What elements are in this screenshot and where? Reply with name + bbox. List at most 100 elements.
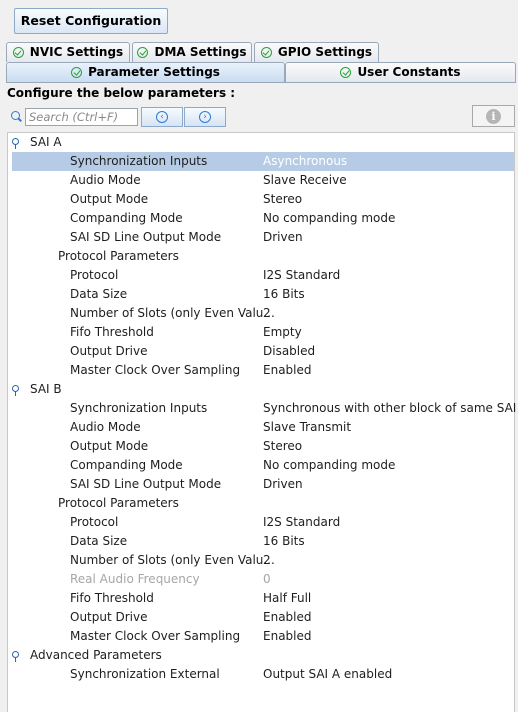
param-value[interactable]: Empty [263,323,302,342]
tree-group-sai-a[interactable]: SAI A [8,133,514,152]
pin-icon [12,651,19,662]
param-name: Master Clock Over Sampling [70,629,241,643]
param-value[interactable]: 16 Bits [263,285,305,304]
param-value[interactable]: Half Full [263,589,311,608]
param-value[interactable]: Driven [263,228,303,247]
panel-heading: Configure the below parameters : [7,86,236,100]
param-name: Protocol [70,515,119,529]
param-value[interactable]: I2S Standard [263,266,340,285]
param-value[interactable]: No companding mode [263,209,395,228]
tab-gpio-settings[interactable]: GPIO Settings [254,42,379,62]
param-value[interactable]: Output SAI A enabled [263,665,392,684]
param-value: 0 [263,572,271,586]
param-row[interactable]: Companding Mode No companding mode [8,456,514,475]
tab-label: Parameter Settings [88,65,220,79]
tab-label: DMA Settings [154,45,247,59]
param-value[interactable]: Synchronous with other block of same SAI [263,399,516,418]
param-row[interactable]: Companding Mode No companding mode [8,209,514,228]
search-input[interactable] [25,108,138,126]
param-row[interactable]: Protocol I2S Standard [8,266,514,285]
param-name: Audio Mode [70,173,141,187]
tree-subgroup-protocol[interactable]: Protocol Parameters [8,247,514,266]
parameter-tree: SAI A Synchronization Inputs Asynchronou… [7,132,516,712]
tab-label: User Constants [357,65,461,79]
param-value[interactable]: 2 [263,304,271,323]
reset-configuration-button[interactable]: Reset Configuration [14,8,168,34]
param-name: Companding Mode [70,211,183,225]
param-name: Audio Mode [70,420,141,434]
param-value[interactable]: 2 [263,551,271,570]
tab-dma-settings[interactable]: DMA Settings [132,42,252,62]
param-name: Number of Slots (only Even Valu... [70,306,275,320]
pin-icon [12,138,19,149]
param-row[interactable]: Audio Mode Slave Transmit [8,418,514,437]
arrow-left-icon: ‹ [156,111,168,123]
param-name: Output Drive [70,610,148,624]
param-row[interactable]: Synchronization External Output SAI A en… [8,665,514,684]
param-value[interactable]: Asynchronous [263,152,347,171]
param-row[interactable]: SAI SD Line Output Mode Driven [8,475,514,494]
param-name: SAI SD Line Output Mode [70,230,222,244]
param-name: Data Size [70,534,128,548]
param-row[interactable]: Number of Slots (only Even Valu... 2 [8,551,514,570]
param-value[interactable]: Driven [263,475,303,494]
tab-label: NVIC Settings [29,45,124,59]
tab-parameter-settings[interactable]: Parameter Settings [6,62,285,82]
param-row[interactable]: Master Clock Over Sampling Enabled [8,627,514,646]
param-value[interactable]: Enabled [263,627,312,646]
param-name: Synchronization Inputs [70,401,208,415]
param-row[interactable]: Data Size 16 Bits [8,532,514,551]
search-icon [11,111,20,120]
param-row[interactable]: Data Size 16 Bits [8,285,514,304]
tab-nvic-settings[interactable]: NVIC Settings [6,42,130,62]
param-row[interactable]: Output Drive Disabled [8,342,514,361]
search-next-button[interactable]: › [184,107,226,127]
info-button[interactable]: i [472,105,515,127]
check-icon [137,47,149,58]
pin-icon [12,385,19,396]
param-row[interactable]: Audio Mode Slave Receive [8,171,514,190]
param-row[interactable]: Protocol I2S Standard [8,513,514,532]
param-row[interactable]: Output Mode Stereo [8,437,514,456]
param-value[interactable]: Disabled [263,342,315,361]
group-label: SAI A [30,135,62,149]
subgroup-label: Protocol Parameters [58,496,179,510]
tab-divider [6,82,516,83]
param-row[interactable]: Synchronization Inputs Synchronous with … [8,399,516,418]
tree-group-advanced[interactable]: Advanced Parameters [8,646,514,665]
param-value[interactable]: 16 Bits [263,532,305,551]
arrow-right-icon: › [199,111,211,123]
param-name: Output Mode [70,192,149,206]
param-name: Fifo Threshold [70,591,154,605]
param-row[interactable]: Master Clock Over Sampling Enabled [8,361,514,380]
search-previous-button[interactable]: ‹ [141,107,183,127]
check-icon [12,47,24,58]
param-value[interactable]: I2S Standard [263,513,340,532]
param-row[interactable]: Output Drive Enabled [8,608,514,627]
tab-label: GPIO Settings [277,45,373,59]
param-row[interactable]: Fifo Threshold Empty [8,323,514,342]
param-row[interactable]: SAI SD Line Output Mode Driven [8,228,514,247]
param-value[interactable]: Enabled [263,608,312,627]
tree-subgroup-protocol[interactable]: Protocol Parameters [8,494,514,513]
param-value[interactable]: Stereo [263,437,302,456]
tree-group-sai-b[interactable]: SAI B [8,380,514,399]
param-row[interactable]: Fifo Threshold Half Full [8,589,514,608]
param-name: Output Mode [70,439,149,453]
param-name: Real Audio Frequency [70,572,200,586]
tab-user-constants[interactable]: User Constants [285,62,516,82]
param-value[interactable]: Stereo [263,190,302,209]
param-value[interactable]: No companding mode [263,456,395,475]
param-value[interactable]: Enabled [263,361,312,380]
param-name: Synchronization Inputs [70,154,208,168]
group-label: SAI B [30,382,62,396]
param-row[interactable]: Number of Slots (only Even Valu... 2 [8,304,514,323]
param-row[interactable]: Output Mode Stereo [8,190,514,209]
param-value[interactable]: Slave Transmit [263,418,351,437]
param-row[interactable]: Synchronization Inputs Asynchronous [12,152,514,171]
param-value[interactable]: Slave Receive [263,171,347,190]
param-name: Fifo Threshold [70,325,154,339]
info-icon: i [486,108,501,124]
group-label: Advanced Parameters [30,648,162,662]
param-name: Synchronization External [70,667,220,681]
